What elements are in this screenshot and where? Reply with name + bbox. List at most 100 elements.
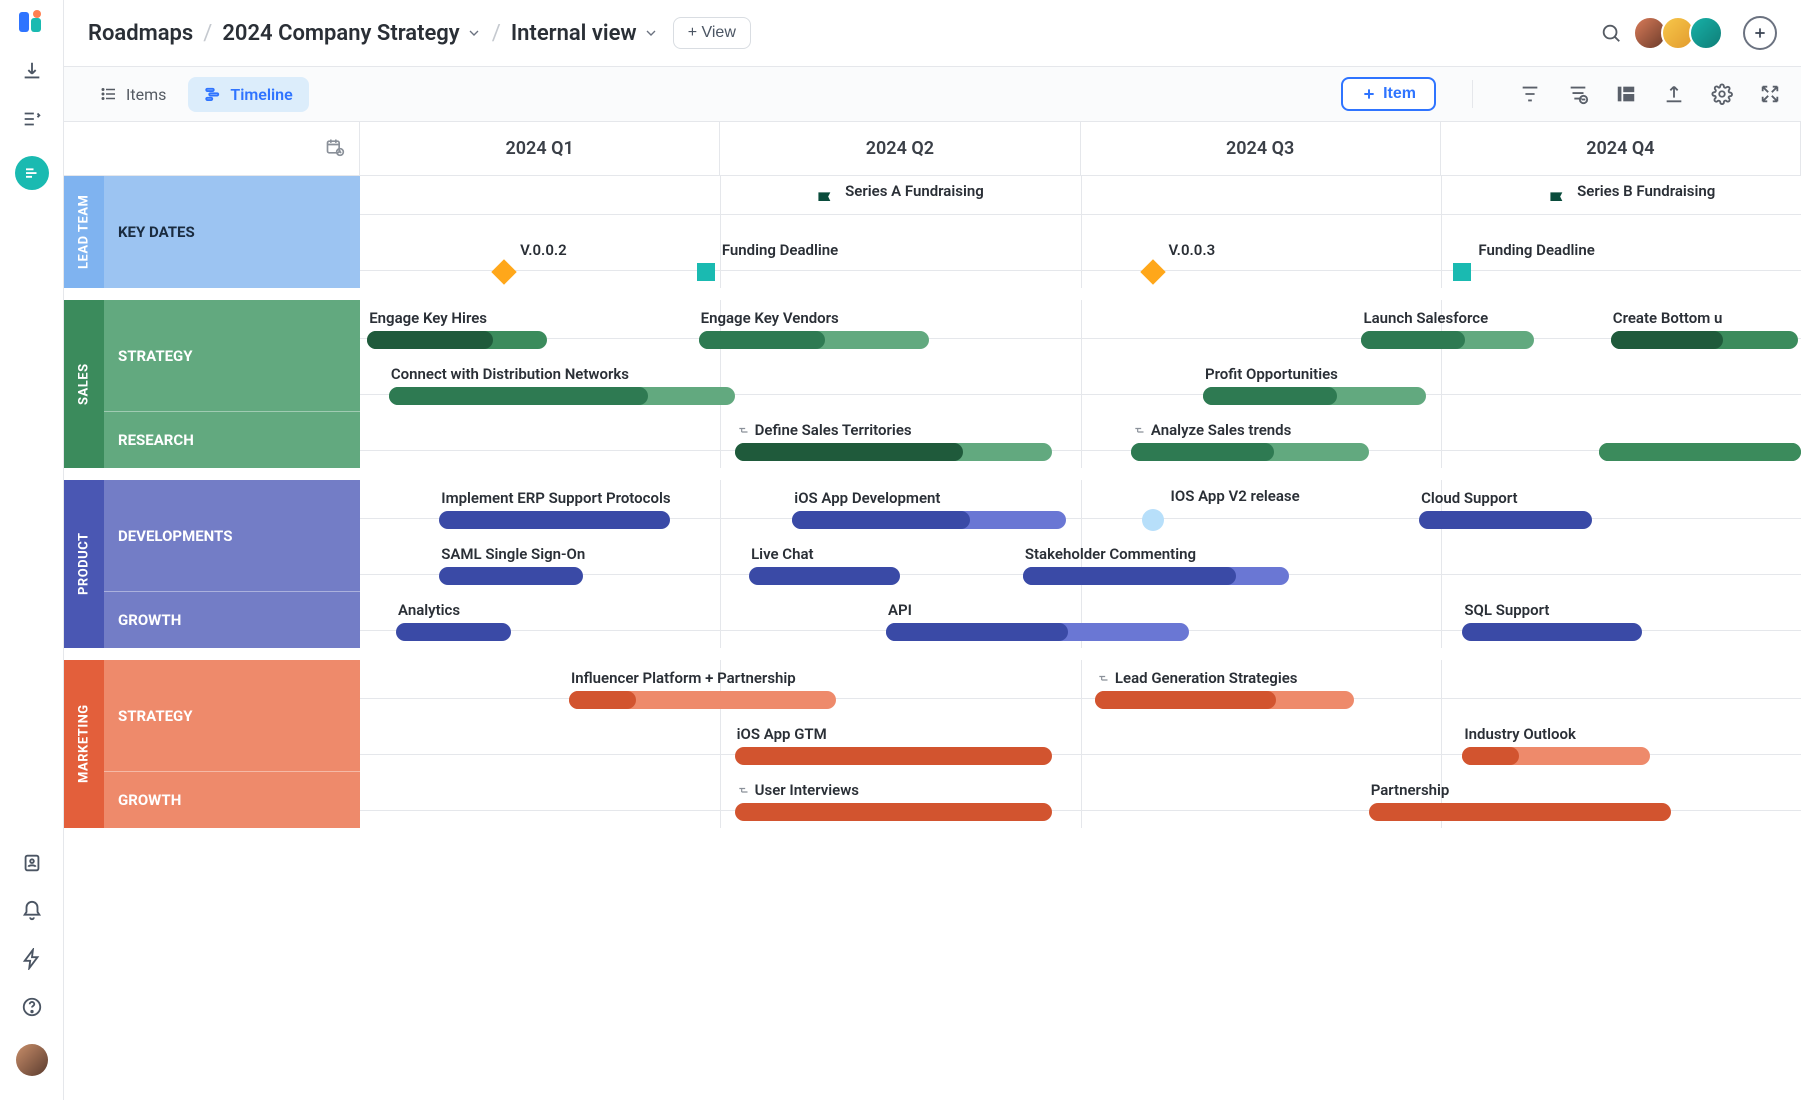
breadcrumb-view[interactable]: Internal view: [511, 21, 659, 46]
breadcrumb: Roadmaps / 2024 Company Strategy / Inter…: [88, 21, 659, 46]
contacts-icon[interactable]: [21, 852, 43, 878]
timeline-bar[interactable]: [1419, 511, 1592, 529]
calendar-settings-icon[interactable]: [325, 137, 345, 161]
milestone-dot[interactable]: [1142, 509, 1164, 531]
square-milestone[interactable]: [697, 263, 715, 281]
timeline-bar[interactable]: [1095, 691, 1354, 709]
swimlane-lane-label[interactable]: STRATEGY: [104, 660, 360, 771]
timeline-bar[interactable]: [735, 803, 1052, 821]
app-logo: [19, 12, 45, 38]
bar-label: Analyze Sales trends: [1133, 421, 1291, 440]
gear-icon[interactable]: [1711, 83, 1733, 105]
bar-label: Influencer Platform + Partnership: [571, 669, 796, 687]
swimlane-marketing: MARKETINGSTRATEGYGROWTH Influencer Platfo…: [64, 660, 1801, 828]
roadmap-nav-icon[interactable]: [15, 156, 49, 190]
tab-timeline[interactable]: Timeline: [188, 77, 308, 112]
swimlane-lane-label[interactable]: GROWTH: [104, 591, 360, 648]
add-view-button[interactable]: + View: [673, 17, 751, 49]
timeline-scroll[interactable]: 2024 Q12024 Q22024 Q32024 Q4 LEAD TEAMKE…: [64, 122, 1801, 1100]
layout-icon[interactable]: [1615, 83, 1637, 105]
breadcrumb-root[interactable]: Roadmaps: [88, 21, 193, 46]
timeline-bar[interactable]: [735, 443, 1052, 461]
export-icon[interactable]: [1663, 83, 1685, 105]
timeline-bar[interactable]: [1361, 331, 1534, 349]
current-user-avatar[interactable]: [16, 1044, 48, 1076]
swimlane-product: PRODUCTDEVELOPMENTSGROWTHImplement ERP S…: [64, 480, 1801, 648]
quarter-header: 2024 Q3: [1081, 122, 1441, 175]
add-item-button[interactable]: Item: [1341, 77, 1436, 111]
bar-label: Cloud Support: [1421, 489, 1517, 507]
swimlane-content: Engage Key HiresEngage Key VendorsLaunch…: [360, 300, 1801, 468]
swimlane-lane-label[interactable]: KEY DATES: [104, 176, 360, 288]
timeline-bar[interactable]: [1369, 803, 1672, 821]
timeline-bar[interactable]: [439, 567, 583, 585]
timeline-bar[interactable]: [569, 691, 836, 709]
flag-icon[interactable]: [1545, 188, 1571, 218]
timeline-bar[interactable]: [396, 623, 511, 641]
square-milestone[interactable]: [1453, 263, 1471, 281]
quarter-header: 2024 Q1: [360, 122, 720, 175]
timeline-bar[interactable]: [389, 387, 735, 405]
swimlane-lane-label[interactable]: RESEARCH: [104, 411, 360, 468]
timeline-bar[interactable]: [1611, 331, 1798, 349]
milestone-label: V.0.0.2: [520, 241, 567, 259]
expand-icon[interactable]: [1759, 83, 1781, 105]
swimlane-lane-label[interactable]: DEVELOPMENTS: [104, 480, 360, 591]
timeline-bar[interactable]: [792, 511, 1066, 529]
timeline-bar[interactable]: [1599, 443, 1801, 461]
quarter-header: 2024 Q2: [720, 122, 1080, 175]
timeline-bar[interactable]: [699, 331, 930, 349]
bell-icon[interactable]: [21, 900, 43, 926]
swimlane-group-tab[interactable]: LEAD TEAM: [64, 176, 104, 288]
bar-label: Analytics: [398, 601, 460, 619]
flag-icon[interactable]: [813, 188, 839, 218]
list-icon: [100, 85, 118, 103]
help-icon[interactable]: [21, 996, 43, 1022]
timeline-bar[interactable]: [1462, 747, 1649, 765]
avatar[interactable]: [1689, 16, 1723, 50]
page-header: Roadmaps / 2024 Company Strategy / Inter…: [64, 0, 1801, 66]
bar-label: User Interviews: [737, 781, 859, 800]
search-icon[interactable]: [1597, 19, 1625, 47]
swimlane-lead: LEAD TEAMKEY DATES Series A Fundraising Se…: [64, 176, 1801, 288]
view-toolbar: Items Timeline Item: [64, 66, 1801, 122]
add-collaborator-button[interactable]: [1743, 16, 1777, 50]
task-list-icon[interactable]: [21, 108, 43, 134]
timeline-bar[interactable]: [749, 567, 900, 585]
breadcrumb-project[interactable]: 2024 Company Strategy: [222, 21, 481, 46]
milestone-label: Series A Fundraising: [845, 182, 984, 200]
filter-icon[interactable]: [1519, 83, 1541, 105]
bar-label: iOS App GTM: [737, 725, 827, 743]
timeline-bar[interactable]: [886, 623, 1189, 641]
quarter-header: 2024 Q4: [1441, 122, 1801, 175]
bar-label: Create Bottom u: [1613, 309, 1723, 327]
diamond-milestone[interactable]: [491, 259, 516, 284]
tab-items[interactable]: Items: [84, 77, 182, 112]
diamond-milestone[interactable]: [1140, 259, 1165, 284]
swimlane-group-tab[interactable]: PRODUCT: [64, 480, 104, 648]
download-icon[interactable]: [21, 60, 43, 86]
swimlane-group-tab[interactable]: MARKETING: [64, 660, 104, 828]
collaborator-avatars[interactable]: [1639, 16, 1723, 50]
timeline-bar[interactable]: [367, 331, 547, 349]
timeline-bar[interactable]: [1462, 623, 1642, 641]
timeline-bar[interactable]: [1203, 387, 1426, 405]
bar-label: Profit Opportunities: [1205, 365, 1338, 383]
left-nav-rail: [0, 0, 64, 1100]
timeline-bar[interactable]: [735, 747, 1052, 765]
milestone-label: Funding Deadline: [722, 241, 838, 259]
milestone-label: Funding Deadline: [1478, 241, 1594, 259]
swimlane-lane-label[interactable]: GROWTH: [104, 771, 360, 828]
timeline-column-header: 2024 Q12024 Q22024 Q32024 Q4: [64, 122, 1801, 176]
swimlane-lane-label[interactable]: STRATEGY: [104, 300, 360, 411]
timeline-bar[interactable]: [1131, 443, 1369, 461]
timeline-bar[interactable]: [439, 511, 670, 529]
bar-label: Engage Key Vendors: [701, 309, 839, 327]
bar-label: Industry Outlook: [1464, 725, 1576, 743]
milestone-label: Series B Fundraising: [1577, 182, 1715, 200]
link-filter-icon[interactable]: [1567, 83, 1589, 105]
timeline-bar[interactable]: [1023, 567, 1290, 585]
bolt-icon[interactable]: [21, 948, 43, 974]
swimlane-group-tab[interactable]: SALES: [64, 300, 104, 468]
timeline-icon: [204, 85, 222, 103]
